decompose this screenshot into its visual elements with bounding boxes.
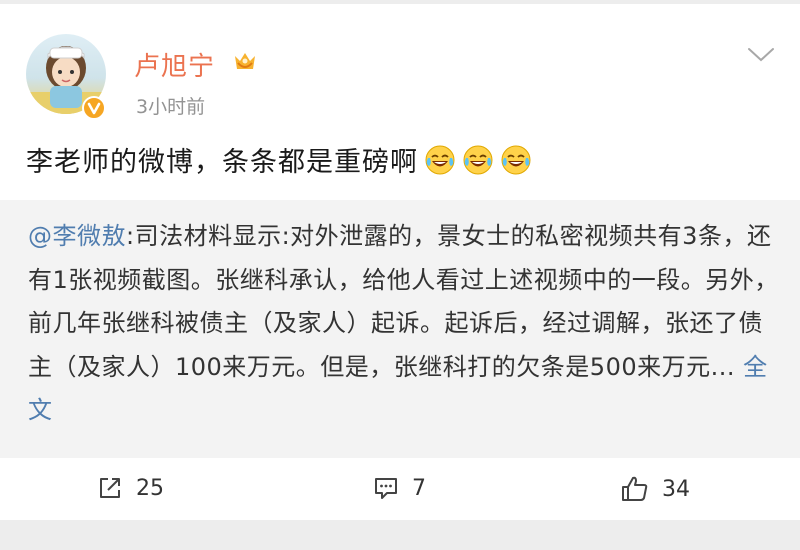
action-bar: 25 7 34 <box>0 458 800 520</box>
reposted-content[interactable]: @李微敖:司法材料显示:对外泄露的，景女士的私密视频共有3条，还有1张视频截图。… <box>0 200 800 458</box>
laugh-cry-emoji-icon <box>501 145 531 174</box>
comment-button[interactable]: 7 <box>372 474 426 502</box>
post-content: 李老师的微博，条条都是重磅啊 <box>26 140 532 179</box>
verified-badge-icon <box>82 96 106 120</box>
repost-text: :司法材料显示:对外泄露的，景女士的私密视频共有3条，还有1张视频截图。张继科承… <box>28 222 779 381</box>
post-time: 3小时前 <box>136 96 206 118</box>
repost-text-block: @李微敖:司法材料显示:对外泄露的，景女士的私密视频共有3条，还有1张视频截图。… <box>28 215 780 433</box>
laugh-cry-emoji-icon <box>425 145 455 174</box>
post-text: 李老师的微博，条条都是重磅啊 <box>26 147 418 178</box>
mention-link[interactable]: @李微敖 <box>28 222 126 250</box>
share-icon <box>100 478 120 498</box>
vip-member-icon[interactable] <box>232 50 258 74</box>
username[interactable]: 卢旭宁 <box>134 46 215 83</box>
share-button[interactable]: 25 <box>96 474 164 502</box>
laugh-cry-emoji-icon <box>463 145 493 174</box>
share-count: 25 <box>136 475 164 501</box>
comment-count: 7 <box>412 475 426 501</box>
like-button[interactable]: 34 <box>620 474 690 504</box>
thumbs-up-icon <box>622 476 648 501</box>
chevron-down-icon[interactable] <box>746 44 776 66</box>
weibo-post-card: 卢旭宁 3小时前 李老师的微博，条条都是重磅啊 @李微敖:司法材料显示:对外泄露… <box>0 4 800 520</box>
like-count: 34 <box>662 476 690 502</box>
comment-icon <box>375 478 397 499</box>
